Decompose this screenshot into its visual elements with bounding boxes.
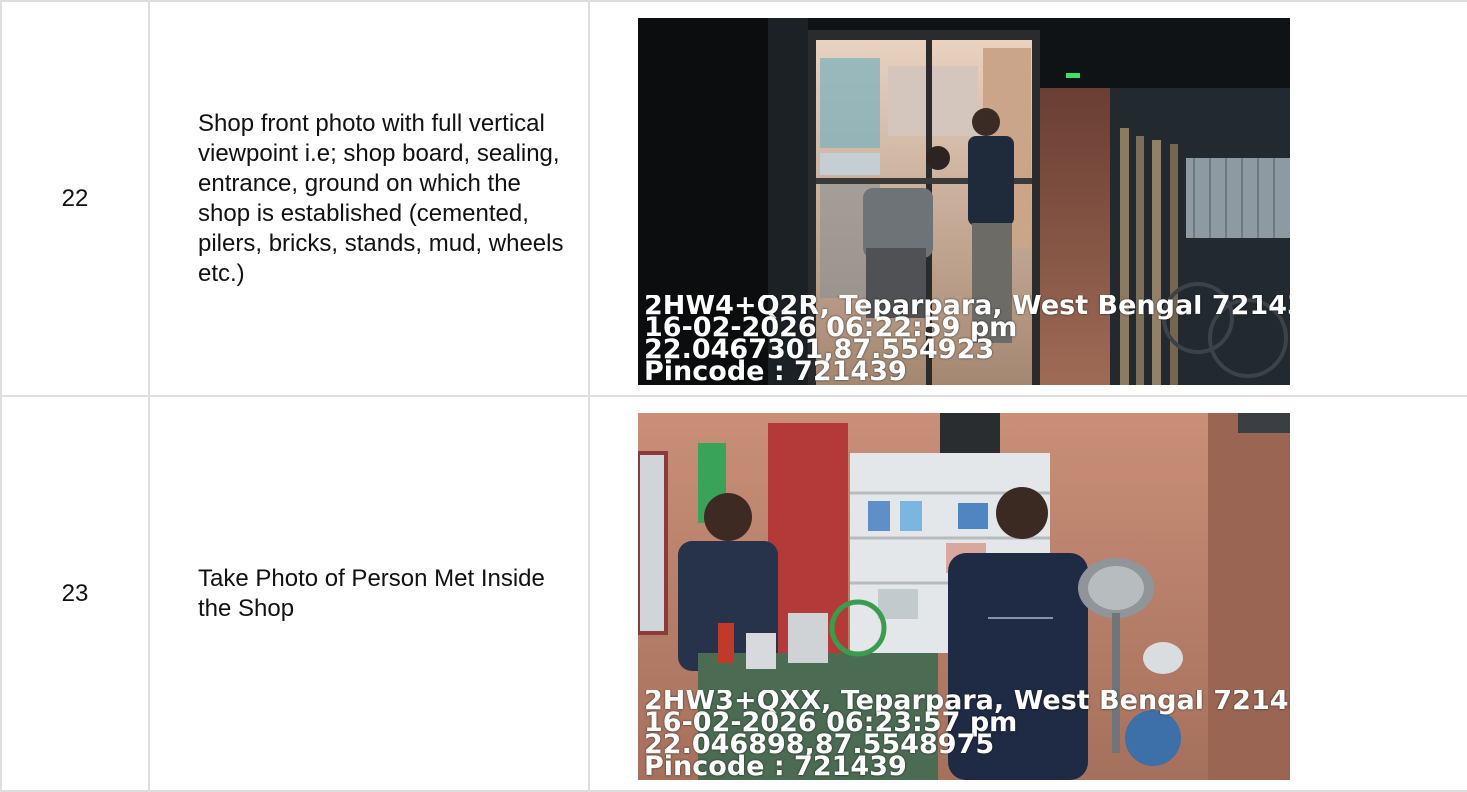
row-description: Take Photo of Person Met Inside the Shop bbox=[148, 395, 590, 792]
photo-cell: 2HW3+QXX, Teparpara, West Bengal 721439 … bbox=[588, 395, 1467, 792]
geo-stamp: 2HW4+Q2R, Teparpara, West Bengal 721439 … bbox=[644, 295, 1290, 383]
geo-stamp: 2HW3+QXX, Teparpara, West Bengal 721439 … bbox=[644, 690, 1290, 778]
person-met-photo[interactable]: 2HW3+QXX, Teparpara, West Bengal 721439 … bbox=[638, 413, 1290, 780]
table-row: 22 Shop front photo with full vertical v… bbox=[0, 0, 1467, 397]
table-row: 23 Take Photo of Person Met Inside the S… bbox=[0, 395, 1467, 792]
row-description: Shop front photo with full vertical view… bbox=[148, 0, 590, 397]
photo-cell: 2HW4+Q2R, Teparpara, West Bengal 721439 … bbox=[588, 0, 1467, 397]
shop-front-photo[interactable]: 2HW4+Q2R, Teparpara, West Bengal 721439 … bbox=[638, 18, 1290, 385]
survey-table: 22 Shop front photo with full vertical v… bbox=[0, 0, 1467, 792]
row-number: 22 bbox=[0, 0, 150, 397]
row-number: 23 bbox=[0, 395, 150, 792]
